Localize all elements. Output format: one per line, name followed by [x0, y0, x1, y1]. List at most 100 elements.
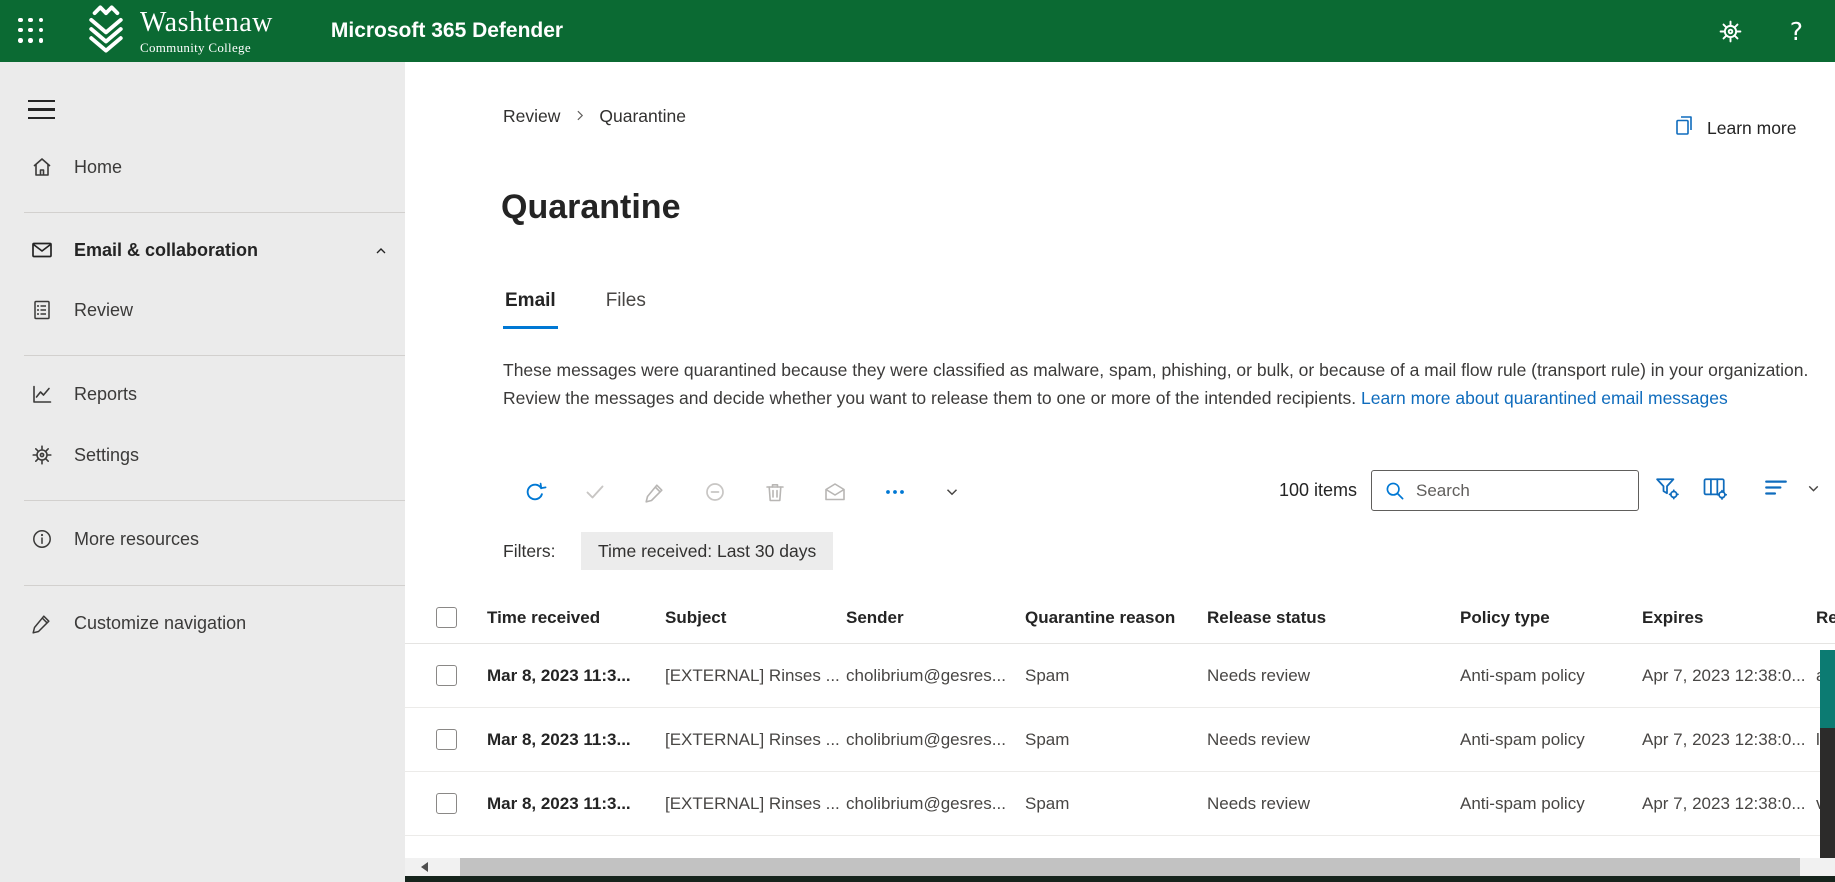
header-actions: ? [1717, 17, 1835, 46]
sidebar-item-label: Review [74, 299, 134, 320]
learn-more-button[interactable]: Learn more [1672, 114, 1797, 143]
line-chart-icon [30, 382, 54, 406]
settings-gear-icon[interactable] [1717, 18, 1744, 45]
cell-subject: [EXTERNAL] Rinses ... [665, 665, 840, 685]
column-header-subject[interactable]: Subject [665, 608, 846, 628]
more-actions-ellipsis-icon[interactable] [883, 480, 907, 504]
help-icon[interactable]: ? [1790, 17, 1803, 46]
more-actions-chevron-down-icon[interactable] [943, 483, 961, 501]
column-header-sender[interactable]: Sender [846, 608, 1025, 628]
app-launcher-icon[interactable] [18, 17, 45, 45]
right-edge-teal-strip[interactable] [1820, 650, 1835, 728]
tab-email[interactable]: Email [503, 290, 558, 329]
breadcrumb-review-link[interactable]: Review [503, 106, 560, 127]
filter-funnel-icon[interactable] [1653, 474, 1683, 504]
column-header-release-status[interactable]: Release status [1207, 608, 1460, 628]
sidebar-item-label: Reports [74, 383, 138, 404]
row-checkbox[interactable] [436, 793, 457, 814]
sidebar-item-label: Home [74, 156, 123, 177]
sidebar-divider [24, 355, 405, 356]
filters-label: Filters: [503, 541, 556, 561]
tab-files[interactable]: Files [604, 290, 648, 329]
table-row[interactable]: Mar 8, 2023 11:3... [EXTERNAL] Rinses ..… [405, 644, 1835, 708]
items-count: 100 items [1278, 480, 1357, 500]
scroll-left-arrow[interactable] [405, 858, 443, 876]
cell-sender: cholibrium@gesres... [846, 665, 1006, 685]
sidebar-item-label: Email & collaboration [74, 239, 259, 260]
sidebar-item-label: More resources [74, 528, 200, 549]
chevron-right-icon [573, 106, 586, 127]
sidebar-item-more-resources[interactable]: More resources [0, 515, 405, 563]
column-header-recipient[interactable]: Re [1816, 608, 1835, 628]
search-box[interactable] [1371, 470, 1639, 511]
cell-subject: [EXTERNAL] Rinses ... [665, 729, 840, 749]
select-all-checkbox[interactable] [436, 607, 457, 628]
sidebar-item-customize-navigation[interactable]: Customize navigation [0, 599, 405, 647]
page-description: These messages were quarantined because … [503, 356, 1821, 412]
group-chevron-down-icon[interactable] [1805, 480, 1823, 498]
app-header: Washtenaw Community College Microsoft 36… [0, 0, 1835, 62]
column-header-time-received[interactable]: Time received [487, 608, 665, 628]
bottom-edge-bar [405, 876, 1835, 882]
table-row[interactable]: Mar 8, 2023 11:3... [EXTERNAL] Rinses ..… [405, 772, 1835, 836]
org-name: Washtenaw [140, 6, 273, 38]
sidebar-item-label: Settings [74, 444, 140, 465]
gear-icon [30, 443, 54, 467]
cell-policy-type: Anti-spam policy [1460, 793, 1585, 813]
cell-sender: cholibrium@gesres... [846, 793, 1006, 813]
row-checkbox[interactable] [436, 665, 457, 686]
column-header-expires[interactable]: Expires [1642, 608, 1816, 628]
cell-quarantine-reason: Spam [1025, 665, 1070, 685]
cell-sender: cholibrium@gesres... [846, 729, 1006, 749]
column-header-policy-type[interactable]: Policy type [1460, 608, 1642, 628]
table-row[interactable]: Mar 8, 2023 11:3... [EXTERNAL] Rinses ..… [405, 708, 1835, 772]
sidebar-item-home[interactable]: Home [0, 143, 405, 191]
release-envelope-icon[interactable] [823, 480, 847, 504]
cell-policy-type: Anti-spam policy [1460, 665, 1585, 685]
cell-release-status: Needs review [1207, 665, 1310, 685]
cell-policy-type: Anti-spam policy [1460, 729, 1585, 749]
cell-quarantine-reason: Spam [1025, 729, 1070, 749]
customize-columns-icon[interactable] [1701, 474, 1731, 504]
row-checkbox[interactable] [436, 729, 457, 750]
refresh-icon[interactable] [523, 480, 547, 504]
horizontal-scrollbar[interactable] [405, 858, 1835, 876]
group-lines-icon[interactable] [1763, 474, 1793, 504]
document-list-icon [30, 298, 54, 322]
mail-icon [30, 238, 54, 262]
sidebar-divider [24, 500, 405, 501]
cell-release-status: Needs review [1207, 793, 1310, 813]
sidebar-item-review[interactable]: Review [0, 286, 405, 334]
sidebar-divider [24, 212, 405, 213]
filter-chip-time-received[interactable]: Time received: Last 30 days [581, 532, 834, 570]
app-title: Microsoft 365 Defender [330, 19, 564, 42]
delete-trash-icon[interactable] [763, 480, 787, 504]
block-icon[interactable] [703, 480, 727, 504]
horizontal-scrollbar-thumb[interactable] [460, 858, 1800, 876]
approve-check-icon[interactable] [583, 480, 607, 504]
home-icon [30, 155, 54, 179]
hamburger-menu-icon[interactable] [28, 100, 55, 125]
right-edge-dark-strip [1820, 728, 1835, 858]
tab-bar: Email Files [503, 290, 648, 329]
quarantine-learn-more-link[interactable]: Learn more about quarantined email messa… [1361, 388, 1728, 408]
cell-time-received: Mar 8, 2023 11:3... [487, 729, 631, 749]
cell-expires: Apr 7, 2023 12:38:0... [1642, 729, 1806, 749]
sidebar-item-label: Customize navigation [74, 612, 247, 633]
breadcrumb-current: Quarantine [599, 106, 686, 126]
sidebar-item-settings[interactable]: Settings [0, 431, 405, 479]
cell-time-received: Mar 8, 2023 11:3... [487, 665, 631, 685]
org-logo: Washtenaw Community College [83, 4, 273, 59]
chevron-up-icon[interactable] [373, 243, 389, 264]
edit-pencil-icon[interactable] [643, 480, 667, 504]
sidebar-divider [24, 585, 405, 586]
org-logo-mark-icon [83, 4, 129, 59]
sidebar-item-reports[interactable]: Reports [0, 370, 405, 418]
page-title: Quarantine [501, 188, 681, 226]
table-header-row: Time received Subject Sender Quarantine … [405, 592, 1835, 644]
quarantine-table: Time received Subject Sender Quarantine … [405, 592, 1835, 836]
sidebar-item-email-collaboration[interactable]: Email & collaboration [0, 226, 405, 274]
search-input[interactable] [1414, 479, 1638, 502]
column-header-quarantine-reason[interactable]: Quarantine reason [1025, 608, 1207, 628]
cell-time-received: Mar 8, 2023 11:3... [487, 793, 631, 813]
